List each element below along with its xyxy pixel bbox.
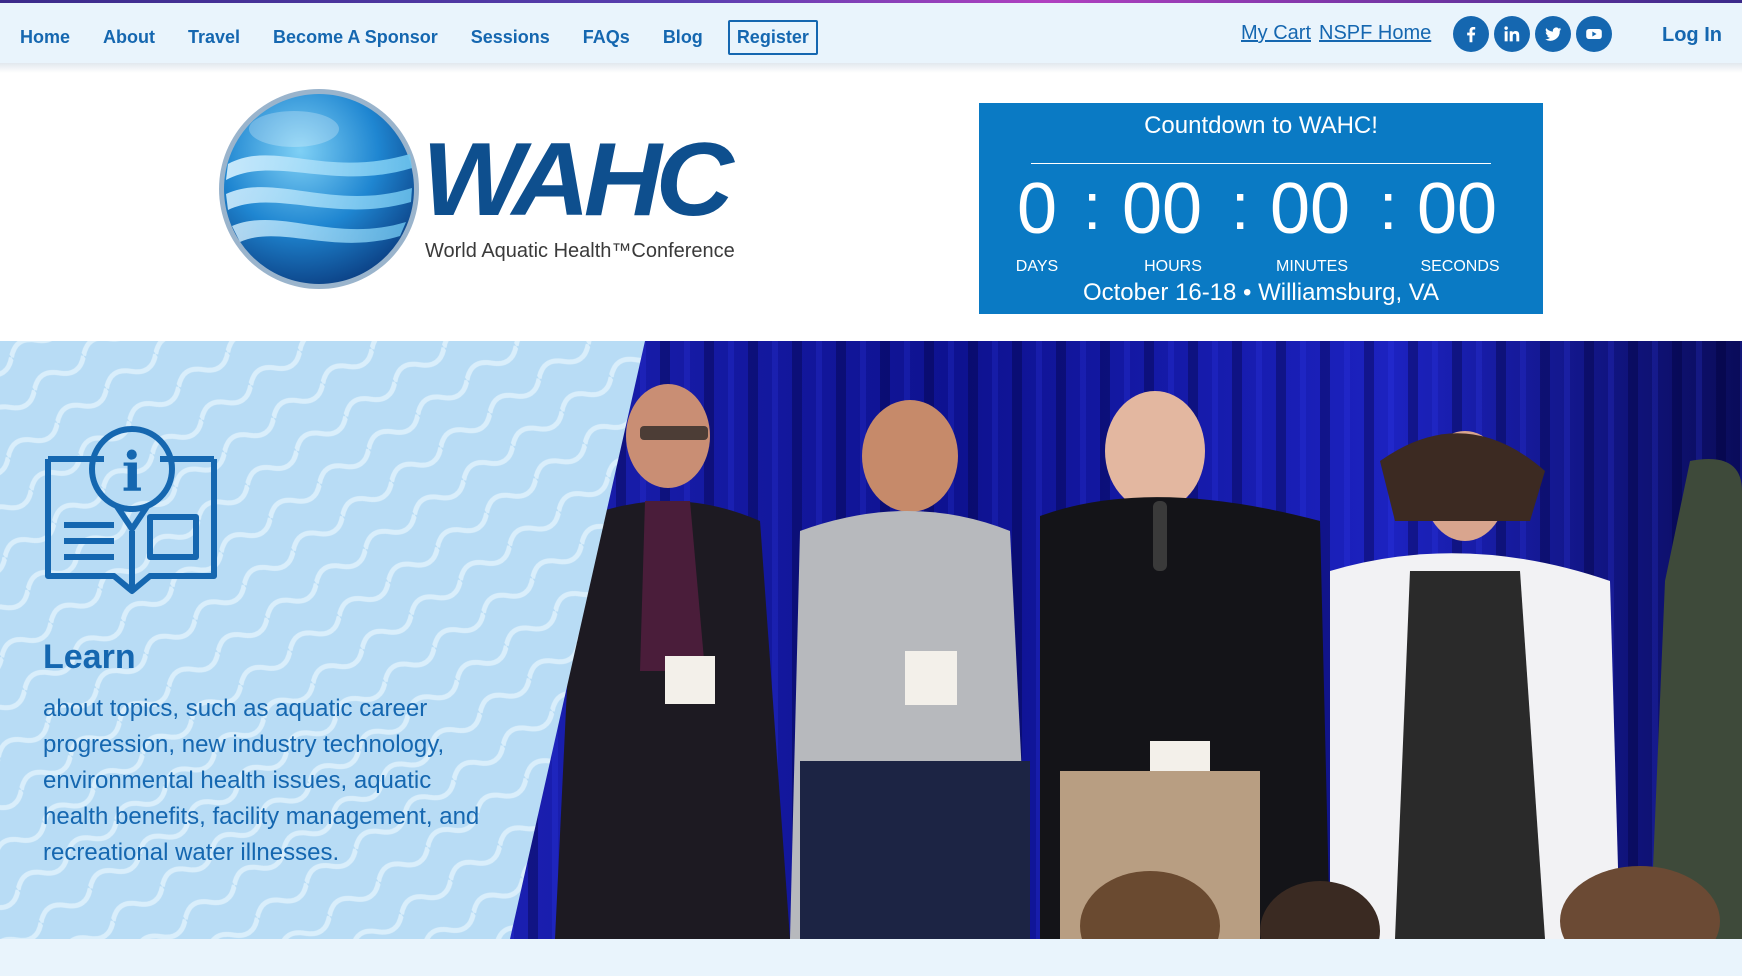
- wahc-logo[interactable]: WAHC World Aquatic Health™Conference: [214, 84, 744, 294]
- countdown-hours: 00: [1122, 169, 1203, 249]
- nav-travel[interactable]: Travel: [188, 27, 240, 48]
- nav-blog[interactable]: Blog: [663, 27, 703, 48]
- top-navbar: Home About Travel Become A Sponsor Sessi…: [0, 3, 1742, 63]
- bottom-section-band: [0, 939, 1742, 976]
- countdown-separator: :: [1083, 169, 1102, 243]
- nav-sessions[interactable]: Sessions: [471, 27, 550, 48]
- twitter-icon[interactable]: [1535, 16, 1571, 52]
- event-date-location: October 16-18 • Williamsburg, VA: [1082, 279, 1440, 306]
- my-cart-link[interactable]: My Cart: [1241, 22, 1311, 45]
- countdown-minutes-label: MINUTES: [1276, 258, 1348, 275]
- globe-logo-icon: [219, 89, 419, 289]
- nav-about[interactable]: About: [103, 27, 155, 48]
- hero-banner: i Learn about topics, such as aquatic ca…: [0, 341, 1742, 939]
- main-menu: Home About Travel Become A Sponsor Sessi…: [20, 20, 851, 55]
- countdown-seconds: 00: [1417, 169, 1498, 249]
- youtube-icon[interactable]: [1576, 16, 1612, 52]
- countdown-seconds-label: SECONDS: [1420, 258, 1500, 275]
- logo-subtitle: World Aquatic Health™Conference: [425, 240, 735, 262]
- info-book-icon: i: [45, 426, 217, 594]
- svg-text:i: i: [122, 440, 143, 504]
- utility-links: My Cart NSPF Home: [1241, 22, 1439, 45]
- linkedin-icon[interactable]: [1494, 16, 1530, 52]
- countdown-days: 0: [1017, 169, 1058, 249]
- countdown-widget: Countdown to WAHC! 0 : 00 : 00 : 00 DAYS…: [979, 103, 1543, 314]
- register-button[interactable]: Register: [727, 20, 818, 55]
- login-link[interactable]: Log In: [1662, 24, 1722, 47]
- countdown-title: Countdown to WAHC!: [1144, 112, 1378, 139]
- countdown-separator: :: [1231, 169, 1250, 243]
- countdown-separator: :: [1379, 169, 1398, 243]
- countdown-days-label: DAYS: [1015, 258, 1059, 275]
- countdown-minutes: 00: [1270, 169, 1351, 249]
- navbar-shadow: [0, 63, 1742, 73]
- nav-home[interactable]: Home: [20, 27, 70, 48]
- countdown-divider: [1031, 163, 1491, 164]
- nav-become-a-sponsor[interactable]: Become A Sponsor: [273, 27, 438, 48]
- learn-heading: Learn: [43, 638, 136, 676]
- logo-wordmark: WAHC: [422, 122, 734, 238]
- countdown-hours-label: HOURS: [1144, 258, 1202, 275]
- learn-description: about topics, such as aquatic career pro…: [43, 695, 480, 866]
- nav-faqs[interactable]: FAQs: [583, 27, 630, 48]
- nspf-home-link[interactable]: NSPF Home: [1319, 22, 1431, 45]
- facebook-icon[interactable]: [1453, 16, 1489, 52]
